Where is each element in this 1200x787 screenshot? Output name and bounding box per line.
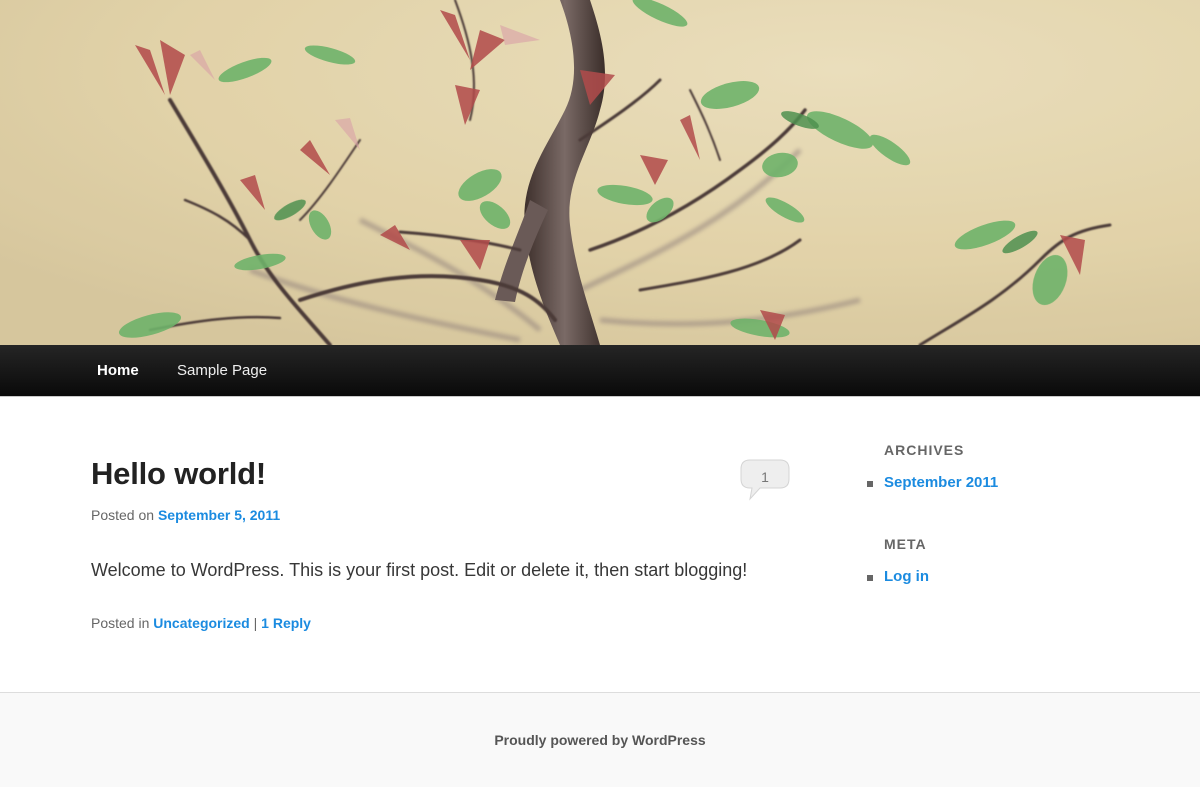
posted-in-label: Posted in [91, 615, 150, 631]
post-footer-meta: Posted in Uncategorized | 1 Reply [91, 615, 311, 631]
reply-link[interactable]: 1 Reply [261, 615, 311, 631]
post-date-link[interactable]: September 5, 2011 [158, 507, 280, 523]
post-title[interactable]: Hello world! [91, 456, 266, 492]
bonsai-tree-image [0, 0, 1200, 345]
comment-count-bubble[interactable]: 1 [740, 459, 790, 501]
list-bullet-icon [867, 575, 873, 581]
main-navigation: Home Sample Page [0, 345, 1200, 397]
archive-link-september-2011[interactable]: September 2011 [884, 474, 998, 491]
post-content: Welcome to WordPress. This is your first… [91, 560, 748, 580]
footer-credit-link[interactable]: Proudly powered by WordPress [0, 732, 1200, 748]
posted-on-label: Posted on [91, 507, 155, 523]
comment-count: 1 [761, 469, 769, 485]
login-link[interactable]: Log in [884, 568, 929, 585]
archives-widget-title: Archives [884, 442, 965, 458]
header-image [0, 0, 1200, 345]
meta-widget-title: Meta [884, 536, 927, 552]
post-meta: Posted on September 5, 2011 [91, 507, 280, 523]
list-bullet-icon [867, 481, 873, 487]
nav-item-home[interactable]: Home [97, 345, 139, 397]
meta-separator: | [253, 615, 258, 631]
site-footer: Proudly powered by WordPress [0, 692, 1200, 787]
nav-item-sample-page[interactable]: Sample Page [177, 345, 267, 397]
category-link[interactable]: Uncategorized [153, 615, 249, 631]
